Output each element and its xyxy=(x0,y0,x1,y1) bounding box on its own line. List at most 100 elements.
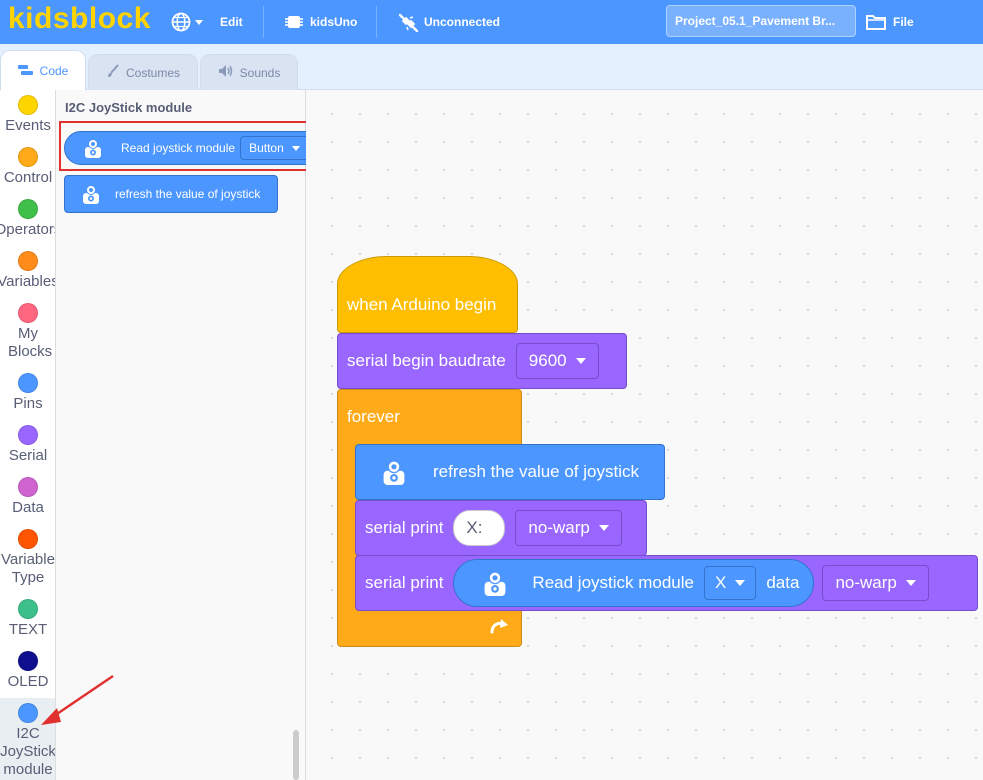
connection-status[interactable]: Unconnected xyxy=(397,0,500,44)
joystick-icon xyxy=(482,568,508,598)
tab-code-label: Code xyxy=(39,64,69,78)
folder-icon xyxy=(866,15,886,30)
unplugged-icon xyxy=(398,13,419,32)
speaker-icon xyxy=(218,64,234,81)
category-label: Variable Type xyxy=(1,551,55,586)
caret-down-icon xyxy=(905,580,916,586)
forever-label: forever xyxy=(347,407,400,426)
code-blocks-icon xyxy=(17,64,34,79)
caret-down-icon xyxy=(291,145,300,151)
category-events[interactable]: Events xyxy=(0,95,55,135)
chip-icon xyxy=(285,16,303,28)
read-joystick-label: Read joystick module xyxy=(121,141,236,155)
category-dot xyxy=(18,251,38,271)
tab-sounds[interactable]: Sounds xyxy=(200,54,298,90)
refresh-joystick-stmt[interactable]: refresh the value of joystick xyxy=(355,444,665,500)
dropdown-value: 9600 xyxy=(528,351,567,370)
tab-costumes-label: Costumes xyxy=(125,65,181,80)
code-workspace[interactable]: when Arduino begin serial begin baudrate… xyxy=(306,90,983,780)
palette-scrollbar[interactable] xyxy=(293,730,299,780)
kidsblock-logo[interactable]: kidsblock xyxy=(8,2,151,36)
category-label: Pins xyxy=(13,395,43,412)
menu-divider xyxy=(263,6,264,38)
category-dot xyxy=(18,599,38,619)
file-menu[interactable]: File xyxy=(865,0,914,44)
joystick-icon xyxy=(381,457,407,487)
category-my-blocks[interactable]: My Blocks xyxy=(0,303,55,361)
serial-print-reporter-block[interactable]: serial print Read joystick module X data… xyxy=(355,555,978,611)
globe-icon xyxy=(171,12,191,32)
connection-label: Unconnected xyxy=(424,15,501,29)
tab-sounds-label: Sounds xyxy=(239,65,281,80)
tab-code[interactable]: Code xyxy=(0,50,86,91)
category-label: Operators xyxy=(0,221,55,238)
loop-arrow-icon xyxy=(490,619,508,634)
refresh-joystick-block[interactable]: refresh the value of joystick xyxy=(64,175,278,213)
category-text[interactable]: TEXT xyxy=(0,599,55,639)
reporter-prefix: Read joystick module xyxy=(532,573,694,592)
project-title-input[interactable]: Project_05.1_Pavement Br... xyxy=(666,5,856,37)
category-dot xyxy=(18,477,38,497)
read-joystick-reporter[interactable]: Read joystick module X data xyxy=(453,559,815,607)
caret-down-icon xyxy=(735,580,746,586)
palette-section-title: I2C JoyStick module xyxy=(65,100,193,115)
category-label: Variables xyxy=(0,273,56,290)
category-dot xyxy=(18,95,38,115)
print-text-input[interactable]: X: xyxy=(453,510,506,546)
category-label: My Blocks xyxy=(8,325,53,360)
file-label: File xyxy=(893,15,914,29)
category-serial[interactable]: Serial xyxy=(0,425,55,465)
warp-mode-dropdown[interactable]: no-warp xyxy=(822,565,929,601)
category-dot xyxy=(18,425,38,445)
warp-mode-dropdown[interactable]: no-warp xyxy=(515,510,622,546)
category-label: Data xyxy=(12,499,44,516)
serial-print-label: serial print xyxy=(365,518,444,537)
editor-tabs: Code Costumes Sounds xyxy=(0,44,983,91)
category-label: Control xyxy=(3,169,53,186)
dropdown-value: no-warp xyxy=(835,573,897,592)
refresh-stmt-label: refresh the value of joystick xyxy=(433,462,639,481)
reporter-suffix: data xyxy=(766,573,800,592)
chevron-down-icon xyxy=(195,19,203,25)
refresh-label: refresh the value of joystick xyxy=(115,187,261,201)
edit-menu[interactable]: Edit xyxy=(220,0,243,44)
category-pins[interactable]: Pins xyxy=(0,373,55,413)
when-arduino-begin-hat[interactable]: when Arduino begin xyxy=(337,256,518,333)
category-dot xyxy=(18,147,38,167)
board-menu[interactable]: kidsUno xyxy=(284,0,357,44)
category-label: I2C JoyStick module xyxy=(0,725,56,778)
category-control[interactable]: Control xyxy=(0,147,55,187)
board-name: kidsUno xyxy=(310,15,358,29)
category-dot xyxy=(18,529,38,549)
serial-print-label: serial print xyxy=(365,573,444,592)
category-dot xyxy=(18,303,38,323)
category-variables[interactable]: Variables xyxy=(0,251,56,291)
category-label: Events xyxy=(5,117,51,134)
category-data[interactable]: Data xyxy=(0,477,55,517)
dropdown-value: Button xyxy=(249,141,284,155)
category-dot xyxy=(18,199,38,219)
joystick-axis-dropdown[interactable]: X xyxy=(704,566,757,600)
tab-costumes[interactable]: Costumes xyxy=(88,54,198,90)
caret-down-icon xyxy=(575,358,586,364)
menu-divider xyxy=(376,6,377,38)
dropdown-value: no-warp xyxy=(528,518,590,537)
category-dot xyxy=(18,651,38,671)
serial-begin-baudrate-block[interactable]: serial begin baudrate 9600 xyxy=(337,333,627,389)
category-dot xyxy=(18,373,38,393)
serial-print-text-block[interactable]: serial print X: no-warp xyxy=(355,500,647,556)
joystick-channel-dropdown[interactable]: Button xyxy=(240,136,309,160)
joystick-icon xyxy=(81,183,101,205)
baudrate-dropdown[interactable]: 9600 xyxy=(515,343,599,379)
language-menu[interactable] xyxy=(170,0,203,44)
menu-bar: kidsblock Edit kidsUno Unconnected Proje… xyxy=(0,0,983,44)
annotation-arrow xyxy=(41,674,114,725)
hat-label: when Arduino begin xyxy=(347,295,497,314)
baud-label: serial begin baudrate xyxy=(347,351,506,370)
kidsblock-app: kidsblock Edit kidsUno Unconnected Proje… xyxy=(0,0,983,780)
category-label: TEXT xyxy=(8,621,48,638)
category-variable-type[interactable]: Variable Type xyxy=(0,529,55,587)
category-operators[interactable]: Operators xyxy=(0,199,55,239)
brush-icon xyxy=(106,64,120,81)
caret-down-icon xyxy=(598,525,609,531)
